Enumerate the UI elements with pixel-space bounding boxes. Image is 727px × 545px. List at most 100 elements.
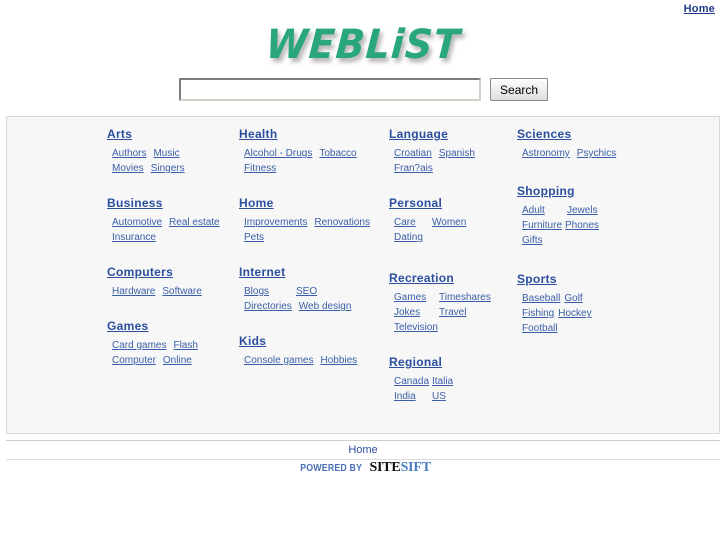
- category-title-shopping[interactable]: Shopping: [517, 184, 575, 198]
- link-care[interactable]: Care: [394, 216, 432, 230]
- link-hockey[interactable]: Hockey: [558, 307, 591, 321]
- link-movies[interactable]: Movies: [112, 162, 144, 176]
- link-real-estate[interactable]: Real estate: [169, 216, 220, 230]
- category-title-health[interactable]: Health: [239, 127, 277, 141]
- link-online[interactable]: Online: [163, 354, 192, 368]
- link-games[interactable]: Games: [394, 291, 439, 305]
- footer-navigation: Home: [6, 444, 720, 456]
- link-baseball[interactable]: Baseball: [522, 292, 560, 306]
- link-golf[interactable]: Golf: [564, 292, 582, 306]
- top-home-link[interactable]: Home: [684, 3, 715, 15]
- link-fishing[interactable]: Fishing: [522, 307, 554, 321]
- link-pets[interactable]: Pets: [244, 231, 264, 245]
- category-links-personal: Care Women Dating: [389, 215, 514, 245]
- category-business: Business Automotive Real estate Insurance: [107, 196, 237, 245]
- footer-home-link[interactable]: Home: [348, 444, 377, 456]
- link-television[interactable]: Television: [394, 321, 438, 335]
- search-input[interactable]: [178, 78, 481, 101]
- link-jokes[interactable]: Jokes: [394, 306, 439, 320]
- link-canada[interactable]: Canada: [394, 375, 432, 389]
- link-card-games[interactable]: Card games: [112, 339, 166, 353]
- category-recreation: Recreation Games Timeshares Jokes Travel T…: [389, 271, 514, 335]
- footer-divider-bottom: [6, 459, 720, 460]
- link-blogs[interactable]: Blogs: [244, 285, 296, 299]
- category-links-sports: Baseball Golf Fishing Hockey Football: [517, 291, 647, 336]
- category-home: Home Improvements Renovations Pets: [239, 196, 384, 245]
- category-title-games[interactable]: Games: [107, 319, 149, 333]
- directory-columns: Arts Authors Music Movies Singers Business…: [7, 117, 719, 433]
- category-personal: Personal Care Women Dating: [389, 196, 514, 245]
- link-computer[interactable]: Computer: [112, 354, 156, 368]
- brand-site-text: SITE: [369, 460, 401, 475]
- category-games: Games Card games Flash Computer Online: [107, 319, 237, 368]
- footer-divider-top: [6, 440, 720, 441]
- category-links-computers: Hardware Software: [107, 284, 237, 299]
- category-links-regional: Canada Italia India US: [389, 374, 514, 404]
- link-automotive[interactable]: Automotive: [112, 216, 162, 230]
- link-women[interactable]: Women: [432, 216, 466, 230]
- category-shopping: Shopping Adult Jewels Furniture Phones Gif…: [517, 184, 647, 248]
- link-tobacco[interactable]: Tobacco: [319, 147, 356, 161]
- link-furniture[interactable]: Furniture: [522, 219, 562, 233]
- category-title-regional[interactable]: Regional: [389, 355, 442, 369]
- category-links-recreation: Games Timeshares Jokes Travel Television: [389, 290, 514, 335]
- link-directories[interactable]: Directories: [244, 300, 292, 314]
- link-travel[interactable]: Travel: [439, 306, 466, 320]
- link-adult[interactable]: Adult: [522, 204, 567, 218]
- category-title-internet[interactable]: Internet: [239, 265, 285, 279]
- category-links-arts: Authors Music Movies Singers: [107, 146, 237, 176]
- category-title-kids[interactable]: Kids: [239, 334, 266, 348]
- link-fitness[interactable]: Fitness: [244, 162, 276, 176]
- link-renovations[interactable]: Renovations: [314, 216, 370, 230]
- link-dating[interactable]: Dating: [394, 231, 423, 245]
- category-title-sciences[interactable]: Sciences: [517, 127, 571, 141]
- link-us[interactable]: US: [432, 390, 446, 404]
- search-button[interactable]: Search: [490, 78, 549, 101]
- link-console-games[interactable]: Console games: [244, 354, 313, 368]
- category-title-recreation[interactable]: Recreation: [389, 271, 454, 285]
- category-links-business: Automotive Real estate Insurance: [107, 215, 237, 245]
- link-psychics[interactable]: Psychics: [577, 147, 616, 161]
- category-title-computers[interactable]: Computers: [107, 265, 173, 279]
- directory-column-4: Sciences Astronomy Psychics Shopping Adul…: [517, 127, 647, 356]
- link-croatian[interactable]: Croatian: [394, 147, 432, 161]
- category-links-sciences: Astronomy Psychics: [517, 146, 647, 161]
- link-insurance[interactable]: Insurance: [112, 231, 156, 245]
- category-title-business[interactable]: Business: [107, 196, 163, 210]
- directory-column-1: Arts Authors Music Movies Singers Business…: [107, 127, 237, 388]
- link-software[interactable]: Software: [162, 285, 201, 299]
- category-title-home[interactable]: Home: [239, 196, 274, 210]
- category-title-personal[interactable]: Personal: [389, 196, 442, 210]
- link-phones[interactable]: Phones: [565, 219, 599, 233]
- site-logo-container: WEBLiST: [0, 20, 727, 70]
- link-italia[interactable]: Italia: [432, 375, 453, 389]
- link-astronomy[interactable]: Astronomy: [522, 147, 570, 161]
- link-music[interactable]: Music: [153, 147, 179, 161]
- category-language: Language Croatian Spanish Fran?ais: [389, 127, 514, 176]
- category-title-arts[interactable]: Arts: [107, 127, 132, 141]
- link-hobbies[interactable]: Hobbies: [320, 354, 357, 368]
- link-spanish[interactable]: Spanish: [439, 147, 475, 161]
- link-singers[interactable]: Singers: [151, 162, 185, 176]
- link-seo[interactable]: SEO: [296, 285, 317, 299]
- link-web-design[interactable]: Web design: [299, 300, 352, 314]
- link-flash[interactable]: Flash: [173, 339, 197, 353]
- link-improvements[interactable]: Improvements: [244, 216, 307, 230]
- link-authors[interactable]: Authors: [112, 147, 146, 161]
- category-title-language[interactable]: Language: [389, 127, 448, 141]
- link-francais[interactable]: Fran?ais: [394, 162, 433, 176]
- category-sports: Sports Baseball Golf Fishing Hockey Footba…: [517, 272, 647, 336]
- link-hardware[interactable]: Hardware: [112, 285, 155, 299]
- category-links-games: Card games Flash Computer Online: [107, 338, 237, 368]
- link-football[interactable]: Football: [522, 322, 558, 336]
- category-links-home: Improvements Renovations Pets: [239, 215, 384, 245]
- link-alcohol-drugs[interactable]: Alcohol - Drugs: [244, 147, 312, 161]
- directory-column-3: Language Croatian Spanish Fran?ais Person…: [389, 127, 514, 424]
- link-jewels[interactable]: Jewels: [567, 204, 598, 218]
- link-india[interactable]: India: [394, 390, 432, 404]
- link-gifts[interactable]: Gifts: [522, 234, 543, 248]
- category-title-sports[interactable]: Sports: [517, 272, 557, 286]
- category-arts: Arts Authors Music Movies Singers: [107, 127, 237, 176]
- link-timeshares[interactable]: Timeshares: [439, 291, 491, 305]
- category-computers: Computers Hardware Software: [107, 265, 237, 299]
